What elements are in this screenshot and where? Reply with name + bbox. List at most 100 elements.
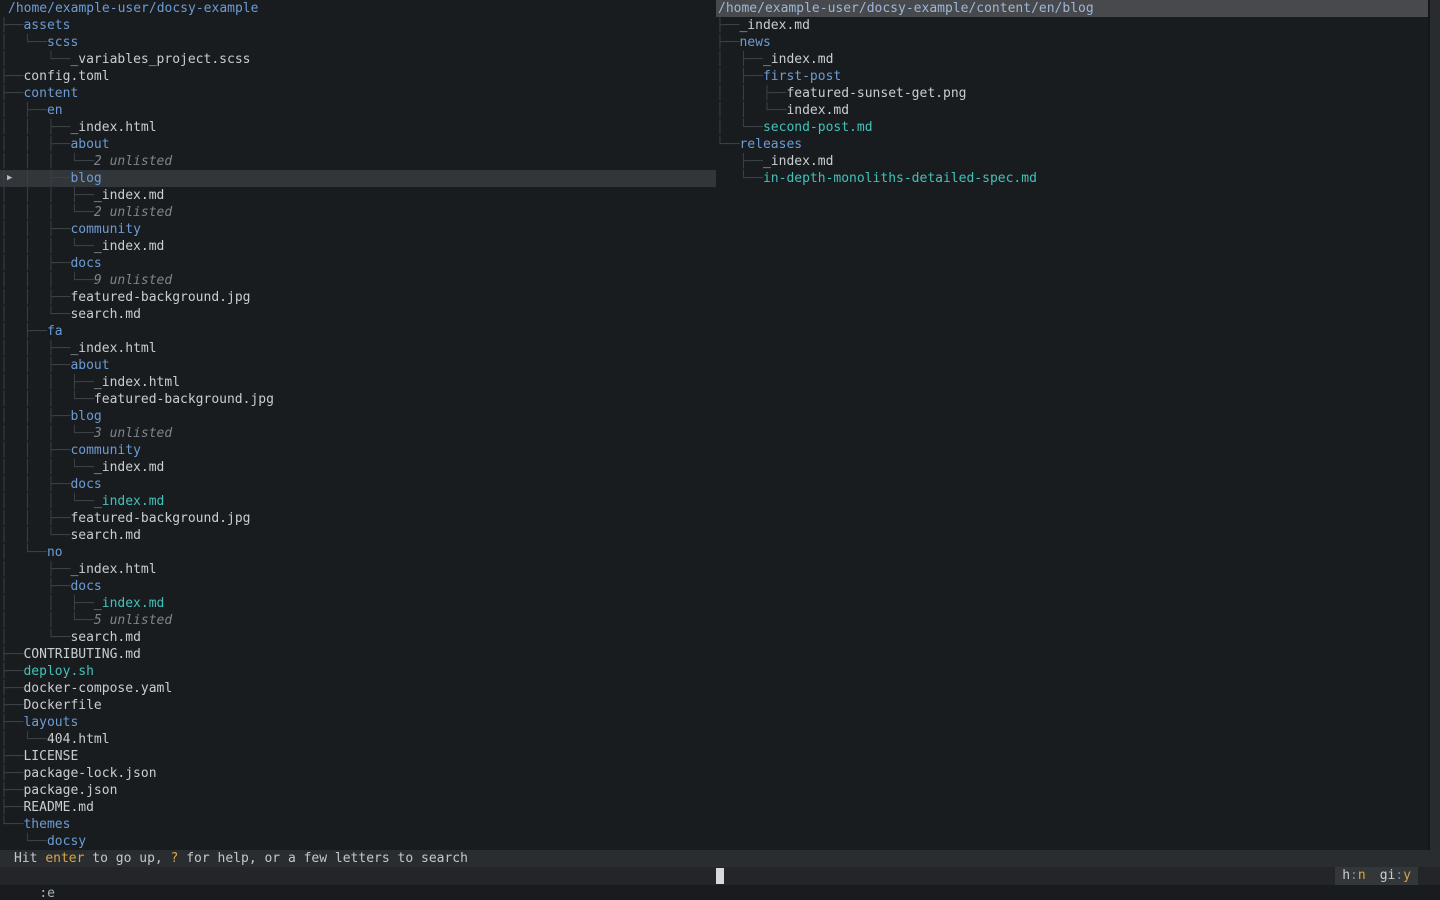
entry-name: docker-compose.yaml — [23, 681, 172, 696]
entry-name: CONTRIBUTING.md — [23, 647, 140, 662]
tree-row[interactable]: │ │ └──search.md — [0, 527, 716, 544]
tree-row[interactable]: └──in-depth-monoliths-detailed-spec.md — [716, 170, 1440, 187]
tree-row[interactable]: │ │ ├──blog — [0, 408, 716, 425]
tree-branch-lines: │ │ │ ├── — [0, 188, 94, 203]
tree-branch-lines: │ ├── — [0, 103, 47, 118]
tree-row[interactable]: │ └──404.html — [0, 731, 716, 748]
tree-row[interactable]: ├──CONTRIBUTING.md — [0, 646, 716, 663]
tree-branch-lines: │ │ │ └── — [0, 426, 94, 441]
tree-row[interactable]: └──releases — [716, 136, 1440, 153]
entry-name: _index.md — [739, 18, 809, 33]
tree-row[interactable]: │ │ ├──_index.md — [0, 595, 716, 612]
tree-row[interactable]: ├──README.md — [0, 799, 716, 816]
tree-branch-lines: ├── — [0, 647, 23, 662]
tree-row[interactable]: ├──docker-compose.yaml — [0, 680, 716, 697]
tree-row[interactable]: ├──_index.md — [716, 17, 1440, 34]
tree-row[interactable]: │ └──scss — [0, 34, 716, 51]
tree-branch-lines: │ ├── — [0, 324, 47, 339]
tree-row[interactable]: │ │ ├──about — [0, 136, 716, 153]
tree-row[interactable]: │ │ ├──featured-background.jpg — [0, 510, 716, 527]
right-panel-path-header[interactable]: /home/example-user/docsy-example/content… — [716, 0, 1428, 17]
tree-branch-lines: ├── — [0, 749, 23, 764]
tree-row[interactable]: │ │ ├──featured-background.jpg — [0, 289, 716, 306]
tree-branch-lines: │ │ │ └── — [0, 239, 94, 254]
status-bar: Hit enter to go up, ? for help, or a few… — [0, 850, 1440, 867]
tree-row[interactable]: ├──content — [0, 85, 716, 102]
tree-row[interactable]: │ │ └──5 unlisted — [0, 612, 716, 629]
tree-row[interactable]: │ │ ├──_index.html — [0, 340, 716, 357]
entry-name: _index.md — [94, 460, 164, 475]
tree-row[interactable]: ▶│ │ ├──blog — [0, 170, 716, 187]
tree-row[interactable]: ├──config.toml — [0, 68, 716, 85]
tree-branch-lines: ├── — [0, 800, 23, 815]
tree-row[interactable]: │ │ ├──community — [0, 221, 716, 238]
tree-branch-lines: ├── — [0, 18, 23, 33]
scrollbar-track[interactable] — [1428, 0, 1440, 850]
tree-row[interactable]: │ │ │ └──_index.md — [0, 238, 716, 255]
tree-row[interactable]: ├──_index.md — [716, 153, 1440, 170]
tree-row[interactable]: │ └──second-post.md — [716, 119, 1440, 136]
tree-row[interactable]: │ │ │ └──9 unlisted — [0, 272, 716, 289]
tree-row[interactable]: ├──package-lock.json — [0, 765, 716, 782]
tree-branch-lines: ├── — [0, 69, 23, 84]
tree-row[interactable]: │ │ │ └──3 unlisted — [0, 425, 716, 442]
tree-row[interactable]: │ ├──_index.html — [0, 561, 716, 578]
left-tree-rows: ├──assets│ └──scss│ └──_variables_projec… — [0, 17, 716, 850]
tree-branch-lines: │ │ ├── — [0, 477, 70, 492]
tree-branch-lines: ├── — [0, 715, 23, 730]
entry-name: _index.md — [94, 494, 164, 509]
entry-name: LICENSE — [23, 749, 78, 764]
tree-row[interactable]: │ ├──fa — [0, 323, 716, 340]
tree-row[interactable]: │ │ │ └──2 unlisted — [0, 153, 716, 170]
text-cursor — [716, 868, 724, 884]
tree-row[interactable]: │ │ │ └──featured-background.jpg — [0, 391, 716, 408]
tree-row[interactable]: │ │ │ ├──_index.html — [0, 374, 716, 391]
tree-row[interactable]: │ │ ├──about — [0, 357, 716, 374]
bottom-margin — [0, 885, 1440, 900]
tree-row[interactable]: │ │ ├──docs — [0, 476, 716, 493]
tree-row[interactable]: ├──layouts — [0, 714, 716, 731]
command-input-value[interactable]: :e — [31, 886, 55, 900]
tree-row[interactable]: ├──LICENSE — [0, 748, 716, 765]
tree-row[interactable]: │ └──no — [0, 544, 716, 561]
tree-row[interactable]: │ ├──docs — [0, 578, 716, 595]
tree-row[interactable]: │ └──_variables_project.scss — [0, 51, 716, 68]
entry-name: README.md — [23, 800, 93, 815]
tree-branch-lines: ├── — [0, 766, 23, 781]
tree-row[interactable]: │ │ ├──featured-sunset-get.png — [716, 85, 1440, 102]
tree-row[interactable]: ├──Dockerfile — [0, 697, 716, 714]
flag-label: h — [1342, 868, 1350, 883]
tree-row[interactable]: ├──deploy.sh — [0, 663, 716, 680]
left-panel-path-header[interactable]: /home/example-user/docsy-example — [0, 0, 716, 17]
entry-name: docs — [70, 256, 101, 271]
unlisted-count: 3 unlisted — [94, 426, 172, 441]
tree-branch-lines: │ ├── — [716, 69, 763, 84]
tree-row[interactable]: │ ├──_index.md — [716, 51, 1440, 68]
tree-row[interactable]: │ │ │ └──2 unlisted — [0, 204, 716, 221]
tree-branch-lines: └── — [716, 137, 739, 152]
tree-row[interactable]: │ ├──first-post — [716, 68, 1440, 85]
tree-row[interactable]: │ │ ├──docs — [0, 255, 716, 272]
entry-name: featured-background.jpg — [70, 290, 250, 305]
tree-row[interactable]: │ │ ├──community — [0, 442, 716, 459]
command-input-bar[interactable]: :e h:ngi:y — [0, 867, 1440, 885]
tree-row[interactable]: ├──package.json — [0, 782, 716, 799]
tree-row[interactable]: │ │ └──index.md — [716, 102, 1440, 119]
tree-row[interactable]: │ │ └──search.md — [0, 306, 716, 323]
tree-row[interactable]: │ └──search.md — [0, 629, 716, 646]
tree-row[interactable]: │ ├──en — [0, 102, 716, 119]
selection-arrow-icon: ▶ — [7, 170, 12, 187]
tree-row[interactable]: │ │ │ └──_index.md — [0, 459, 716, 476]
tree-row[interactable]: │ │ ├──_index.html — [0, 119, 716, 136]
entry-name: news — [739, 35, 770, 50]
tree-row[interactable]: ├──news — [716, 34, 1440, 51]
tree-branch-lines: │ │ ├── — [0, 256, 70, 271]
tree-row[interactable]: ├──assets — [0, 17, 716, 34]
entry-name: _index.html — [70, 120, 156, 135]
tree-row[interactable]: │ │ │ └──_index.md — [0, 493, 716, 510]
tree-row[interactable]: │ │ │ ├──_index.md — [0, 187, 716, 204]
tree-branch-lines: ├── — [716, 18, 739, 33]
tree-branch-lines: ├── — [0, 698, 23, 713]
tree-row[interactable]: └──docsy — [0, 833, 716, 850]
tree-row[interactable]: └──themes — [0, 816, 716, 833]
